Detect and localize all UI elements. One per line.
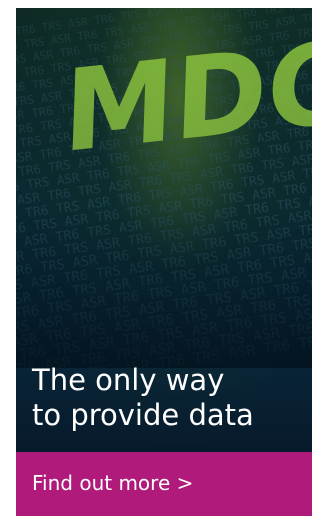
headline-line-1: The only way <box>32 363 225 397</box>
headline: The only way to provide data <box>32 363 302 433</box>
headline-line-2: to provide data <box>32 398 254 432</box>
find-out-more-button[interactable]: Find out more > <box>16 452 312 516</box>
find-out-more-label: Find out more > <box>32 471 194 495</box>
fade-overlay <box>16 8 312 368</box>
banner-ad[interactable]: TRS ASR TR6 TRS ASR TR6 TRS ASR TR6 TRS … <box>16 8 312 516</box>
code-pattern-graphic: TRS ASR TR6 TRS ASR TR6 TRS ASR TR6 TRS … <box>16 8 312 368</box>
